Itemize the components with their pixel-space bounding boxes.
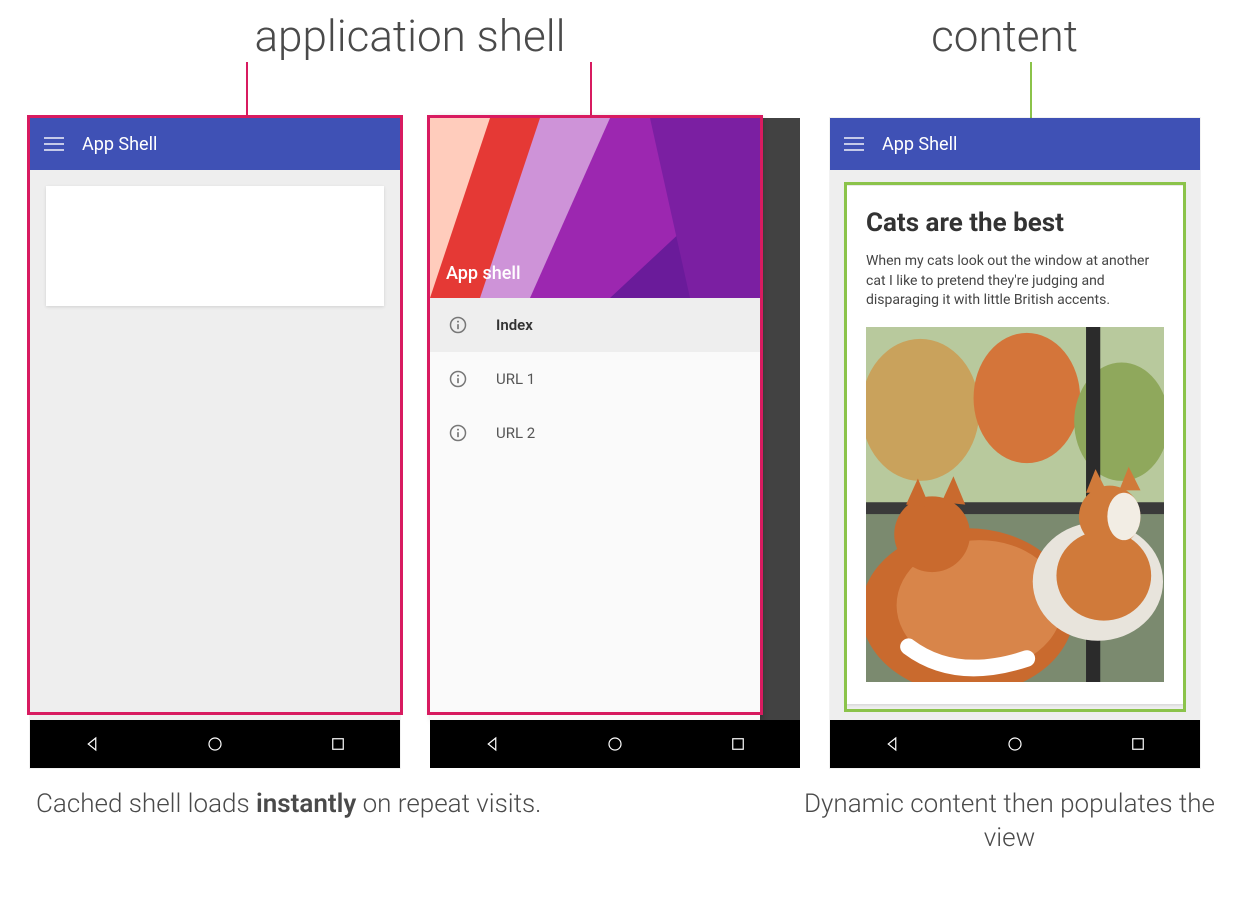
drawer-item-label: URL 2 bbox=[496, 424, 535, 442]
app-bar-title: App Shell bbox=[82, 134, 157, 155]
connector-shell-left bbox=[246, 62, 248, 120]
label-application-shell: application shell bbox=[30, 10, 790, 62]
hamburger-icon[interactable] bbox=[44, 137, 64, 151]
drawer-item-url2[interactable]: URL 2 bbox=[430, 406, 760, 460]
info-icon bbox=[448, 423, 468, 443]
hamburger-icon[interactable] bbox=[844, 137, 864, 151]
recents-icon[interactable] bbox=[1129, 735, 1147, 753]
phone-content: App Shell Cats are the best When my cats… bbox=[830, 118, 1200, 768]
phone-frame: App shell Index URL 1 URL 2 bbox=[430, 118, 800, 768]
home-icon[interactable] bbox=[206, 735, 224, 753]
label-content: content bbox=[790, 10, 1219, 62]
phone-shell-drawer: App shell Index URL 1 URL 2 bbox=[430, 118, 800, 768]
top-labels-row: application shell content bbox=[30, 10, 1219, 62]
home-icon[interactable] bbox=[1006, 735, 1024, 753]
content-card: Cats are the best When my cats look out … bbox=[846, 186, 1184, 704]
recents-icon[interactable] bbox=[729, 735, 747, 753]
body-area bbox=[30, 170, 400, 720]
android-nav-bar bbox=[830, 720, 1200, 768]
connector-content bbox=[1030, 62, 1032, 120]
caption-shell: Cached shell loads instantly on repeat v… bbox=[30, 788, 800, 856]
android-nav-bar bbox=[30, 720, 400, 768]
android-nav-bar bbox=[430, 720, 800, 768]
drawer-list: Index URL 1 URL 2 bbox=[430, 298, 760, 720]
connector-shell-right bbox=[590, 62, 592, 120]
back-icon[interactable] bbox=[483, 735, 501, 753]
caption-shell-prefix: Cached shell loads bbox=[36, 789, 256, 819]
info-icon bbox=[448, 369, 468, 389]
drawer-header-title: App shell bbox=[446, 263, 521, 284]
caption-content: Dynamic content then populates the view bbox=[800, 788, 1219, 856]
phone-frame: App Shell Cats are the best When my cats… bbox=[830, 118, 1200, 768]
empty-card bbox=[46, 186, 384, 306]
drawer-item-index[interactable]: Index bbox=[430, 298, 760, 352]
recents-icon[interactable] bbox=[329, 735, 347, 753]
article-title: Cats are the best bbox=[866, 208, 1164, 238]
phone-shell-empty: App Shell bbox=[30, 118, 400, 768]
drawer-header: App shell bbox=[430, 118, 760, 298]
drawer-item-url1[interactable]: URL 1 bbox=[430, 352, 760, 406]
drawer-scrim[interactable] bbox=[760, 118, 800, 720]
app-bar-title: App Shell bbox=[882, 134, 957, 155]
phones-row: App Shell bbox=[30, 118, 1219, 768]
article-body: When my cats look out the window at anot… bbox=[866, 252, 1164, 311]
captions-row: Cached shell loads instantly on repeat v… bbox=[30, 788, 1219, 856]
drawer-item-label: Index bbox=[496, 316, 533, 334]
connector-row bbox=[30, 62, 1219, 120]
caption-shell-bold: instantly bbox=[256, 789, 356, 819]
info-icon bbox=[448, 315, 468, 335]
article-image bbox=[866, 327, 1164, 682]
home-icon[interactable] bbox=[606, 735, 624, 753]
nav-drawer: App shell Index URL 1 URL 2 bbox=[430, 118, 760, 720]
back-icon[interactable] bbox=[83, 735, 101, 753]
drawer-item-label: URL 1 bbox=[496, 370, 535, 388]
app-bar: App Shell bbox=[30, 118, 400, 170]
back-icon[interactable] bbox=[883, 735, 901, 753]
app-bar: App Shell bbox=[830, 118, 1200, 170]
caption-shell-suffix: on repeat visits. bbox=[356, 789, 541, 819]
phone-frame: App Shell bbox=[30, 118, 400, 768]
